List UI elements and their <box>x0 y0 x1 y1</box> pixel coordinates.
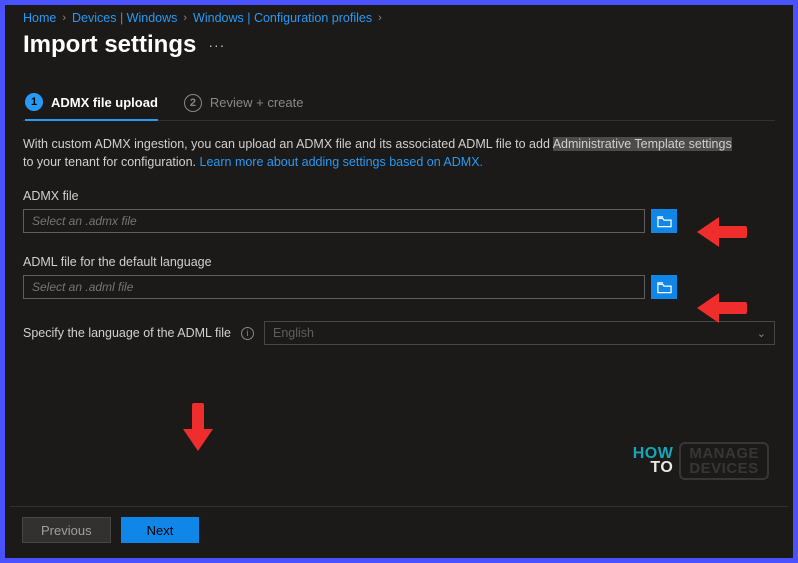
adml-file-label: ADML file for the default language <box>23 255 775 269</box>
admx-file-label: ADMX file <box>23 189 775 203</box>
next-button[interactable]: Next <box>121 517 200 543</box>
folder-icon <box>657 281 672 294</box>
previous-button[interactable]: Previous <box>22 517 111 543</box>
tab-review-create[interactable]: 2 Review + create <box>184 93 304 120</box>
folder-icon <box>657 215 672 228</box>
breadcrumb: Home › Devices | Windows › Windows | Con… <box>23 11 775 25</box>
chevron-right-icon: › <box>179 12 191 24</box>
chevron-right-icon: › <box>58 12 70 24</box>
chevron-down-icon: ⌄ <box>757 327 766 340</box>
step-number-1: 1 <box>25 93 43 111</box>
highlighted-text: Administrative Template settings <box>553 137 732 151</box>
intro-text: With custom ADMX ingestion, you can uplo… <box>23 135 743 171</box>
wizard-tabs: 1 ADMX file upload 2 Review + create <box>23 93 775 121</box>
breadcrumb-devices[interactable]: Devices | Windows <box>72 11 177 25</box>
adml-file-input[interactable] <box>23 275 645 299</box>
learn-more-link[interactable]: Learn more about adding settings based o… <box>200 155 484 169</box>
tab-label: Review + create <box>210 95 304 110</box>
page-title: Import settings <box>23 31 196 59</box>
tab-label: ADMX file upload <box>51 95 158 110</box>
language-label: Specify the language of the ADML file <box>23 326 231 340</box>
step-number-2: 2 <box>184 94 202 112</box>
wizard-footer: Previous Next <box>10 506 788 553</box>
more-actions-button[interactable]: ··· <box>208 37 225 53</box>
watermark: HOW TO MANAGE DEVICES <box>633 442 769 480</box>
language-value: English <box>273 326 314 340</box>
admx-file-input[interactable] <box>23 209 645 233</box>
chevron-right-icon: › <box>374 12 386 24</box>
breadcrumb-profiles[interactable]: Windows | Configuration profiles <box>193 11 372 25</box>
language-select[interactable]: English ⌄ <box>264 321 775 345</box>
annotation-arrow <box>183 403 213 451</box>
adml-browse-button[interactable] <box>651 275 677 299</box>
breadcrumb-home[interactable]: Home <box>23 11 56 25</box>
admx-browse-button[interactable] <box>651 209 677 233</box>
info-icon[interactable]: i <box>241 327 254 340</box>
tab-admx-upload[interactable]: 1 ADMX file upload <box>25 93 158 121</box>
